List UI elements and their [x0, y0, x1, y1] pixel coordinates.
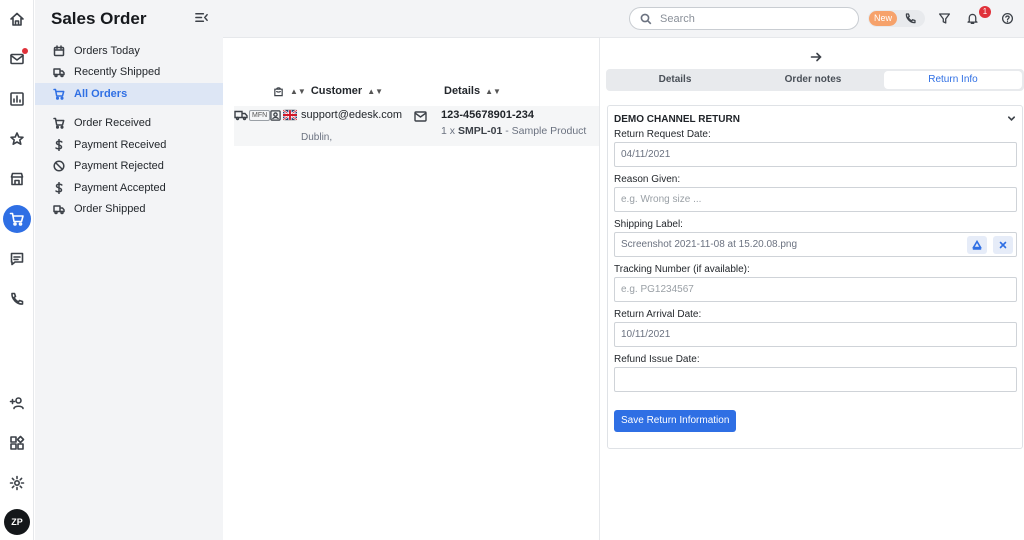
chevron-down-icon[interactable]	[1007, 114, 1016, 126]
collapse-sidebar-icon[interactable]	[194, 10, 209, 28]
line-product: - Sample Product	[505, 125, 587, 137]
sidebar-item-label: Orders Today	[74, 44, 140, 57]
order-detail-panel: Details Order notes Return Info DEMO CHA…	[599, 38, 1024, 540]
return-request-date-field[interactable]: 04/11/2021	[614, 142, 1017, 167]
home-icon[interactable]	[6, 8, 28, 30]
shipping-label-filename: Screenshot 2021-11-08 at 15.20.08.png	[621, 239, 798, 250]
dollar-icon	[52, 138, 66, 152]
truck-icon	[234, 110, 248, 121]
search-box[interactable]	[629, 7, 859, 30]
cart-icon	[52, 87, 66, 101]
sidebar-item-order-received[interactable]: Order Received	[35, 113, 223, 135]
unread-dot	[22, 48, 28, 54]
line-sku: SMPL-01	[457, 125, 503, 137]
sort-icon[interactable]: ▲▼	[485, 87, 501, 96]
section-title: DEMO CHANNEL RETURN	[614, 114, 740, 125]
sidebar-item-label: Payment Rejected	[74, 160, 164, 173]
customer-column-header[interactable]: ▲▼ Customer ▲▼	[273, 85, 383, 97]
sidebar-item-recently-shipped[interactable]: Recently Shipped	[35, 62, 223, 84]
customer-city: Dublin,	[301, 132, 333, 143]
return-arrival-date-label: Return Arrival Date:	[614, 309, 702, 320]
settings-icon[interactable]	[6, 472, 28, 494]
arrow-right-icon[interactable]	[810, 51, 822, 66]
dollar-icon	[52, 181, 66, 195]
avatar[interactable]: ZP	[4, 509, 30, 535]
top-bar: New 1	[223, 0, 1024, 38]
line-qty: 1 x	[441, 125, 456, 137]
order-line-item: 1 x SMPL-01 - Sample Product	[441, 125, 586, 137]
row-badges: MFN	[234, 109, 298, 121]
refund-issue-date-label: Refund Issue Date:	[614, 354, 700, 365]
mail-icon[interactable]	[6, 48, 28, 70]
sidebar-item-payment-rejected[interactable]: Payment Rejected	[35, 156, 223, 178]
calendar-icon	[52, 44, 66, 58]
truck-icon	[52, 202, 66, 216]
tab-details[interactable]: Details	[606, 69, 744, 91]
tracking-number-field[interactable]: e.g. PG1234567	[614, 277, 1017, 302]
return-arrival-date-field[interactable]: 10/11/2021	[614, 322, 1017, 347]
reason-given-field[interactable]: e.g. Wrong size ...	[614, 187, 1017, 212]
help-icon[interactable]	[998, 9, 1016, 27]
blocked-icon	[52, 159, 66, 173]
add-user-icon[interactable]	[6, 392, 28, 414]
sidebar-item-payment-received[interactable]: Payment Received	[35, 134, 223, 156]
panel-tabs: Details Order notes Return Info	[606, 69, 1024, 91]
sales-order-sidebar: Sales Order Orders Today Recently Shippe…	[35, 0, 223, 540]
shipping-label-label: Shipping Label:	[614, 219, 683, 230]
tracking-number-label: Tracking Number (if available):	[614, 264, 750, 275]
sidebar-item-payment-accepted[interactable]: Payment Accepted	[35, 177, 223, 199]
sidebar-item-label: Payment Received	[74, 138, 167, 151]
upload-icon[interactable]	[967, 236, 987, 254]
notification-count-badge: 1	[979, 6, 991, 18]
tab-return-info[interactable]: Return Info	[884, 71, 1022, 89]
details-header-label: Details	[444, 85, 481, 97]
search-icon	[640, 13, 652, 24]
icon-rail: ZP	[0, 0, 34, 540]
order-number[interactable]: 123-45678901-234	[441, 109, 534, 121]
reason-given-label: Reason Given:	[614, 174, 681, 185]
return-info-card: DEMO CHANNEL RETURN Return Request Date:…	[607, 105, 1023, 449]
sidebar-item-label: Recently Shipped	[74, 66, 161, 79]
search-input[interactable]	[660, 12, 830, 25]
orders-list: ▲▼ Customer ▲▼ Details ▲▼ MFN support@ed…	[223, 38, 599, 540]
sort-icon[interactable]: ▲▼	[367, 87, 383, 96]
page-title: Sales Order	[51, 9, 147, 28]
sidebar-item-label: Payment Accepted	[74, 181, 166, 194]
sidebar-item-all-orders[interactable]: All Orders	[35, 83, 223, 105]
cart-icon[interactable]	[3, 205, 31, 233]
remove-file-icon[interactable]	[993, 236, 1013, 254]
mail-icon[interactable]	[414, 111, 427, 125]
sidebar-item-order-shipped[interactable]: Order Shipped	[35, 199, 223, 221]
return-request-date-label: Return Request Date:	[614, 129, 711, 140]
sidebar-item-label: Order Received	[74, 117, 152, 130]
store-icon[interactable]	[6, 168, 28, 190]
uk-flag-icon	[283, 109, 298, 121]
phone-icon[interactable]	[901, 9, 919, 27]
bag-icon	[274, 86, 283, 96]
customer-icon	[270, 109, 281, 121]
details-column-header[interactable]: Details ▲▼	[444, 85, 501, 97]
chat-icon[interactable]	[6, 248, 28, 270]
fulfillment-badge: MFN	[249, 109, 271, 121]
shipping-label-field[interactable]: Screenshot 2021-11-08 at 15.20.08.png	[614, 232, 1017, 257]
sidebar-item-label: All Orders	[74, 87, 128, 100]
tab-order-notes[interactable]: Order notes	[744, 69, 882, 91]
cart-icon	[52, 116, 66, 130]
customer-header-label: Customer	[310, 85, 363, 97]
table-row[interactable]: MFN support@edesk.com Dublin, 123-456789…	[234, 106, 599, 146]
refund-issue-date-field[interactable]	[614, 367, 1017, 392]
star-icon[interactable]	[6, 128, 28, 150]
filter-icon[interactable]	[935, 9, 953, 27]
truck-icon	[52, 65, 66, 79]
phone-icon[interactable]	[6, 288, 28, 310]
save-return-information-button[interactable]: Save Return Information	[614, 410, 737, 432]
customer-email: support@edesk.com	[301, 109, 403, 121]
chart-icon[interactable]	[6, 88, 28, 110]
sort-icon[interactable]: ▲▼	[290, 87, 306, 96]
new-badge: New	[869, 11, 898, 26]
sidebar-item-orders-today[interactable]: Orders Today	[35, 40, 223, 62]
sidebar-item-label: Order Shipped	[74, 203, 146, 216]
apps-icon[interactable]	[6, 432, 28, 454]
sidebar-header: Sales Order	[35, 0, 223, 38]
